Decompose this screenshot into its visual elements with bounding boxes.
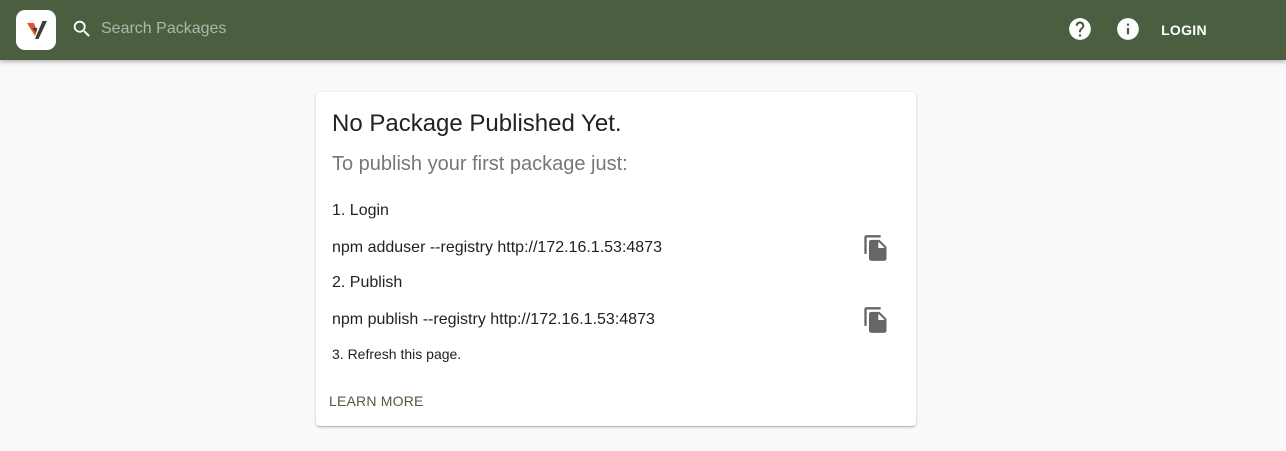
step-login-label: 1. Login bbox=[332, 202, 389, 219]
search-icon[interactable] bbox=[71, 18, 93, 40]
info-icon[interactable] bbox=[1115, 16, 1141, 42]
step-publish-label: 2. Publish bbox=[332, 274, 403, 291]
help-icon[interactable] bbox=[1067, 16, 1093, 42]
card-title: No Package Published Yet. bbox=[332, 110, 622, 137]
search-input[interactable] bbox=[101, 15, 521, 43]
no-package-card: No Package Published Yet. To publish you… bbox=[316, 92, 916, 426]
step-refresh-label: 3. Refresh this page. bbox=[332, 346, 462, 362]
copy-publish-icon[interactable] bbox=[862, 306, 890, 334]
card-subtitle: To publish your first package just: bbox=[332, 153, 628, 175]
verdaccio-logo-icon bbox=[27, 21, 47, 39]
learn-more-button[interactable]: LEARN MORE bbox=[323, 391, 430, 411]
adduser-command: npm adduser --registry http://172.16.1.5… bbox=[332, 239, 662, 256]
publish-command: npm publish --registry http://172.16.1.5… bbox=[332, 311, 655, 328]
logo-button[interactable] bbox=[16, 10, 56, 50]
top-app-bar: LOGIN bbox=[0, 0, 1286, 60]
copy-adduser-icon[interactable] bbox=[862, 234, 890, 262]
login-button[interactable]: LOGIN bbox=[1150, 19, 1218, 41]
